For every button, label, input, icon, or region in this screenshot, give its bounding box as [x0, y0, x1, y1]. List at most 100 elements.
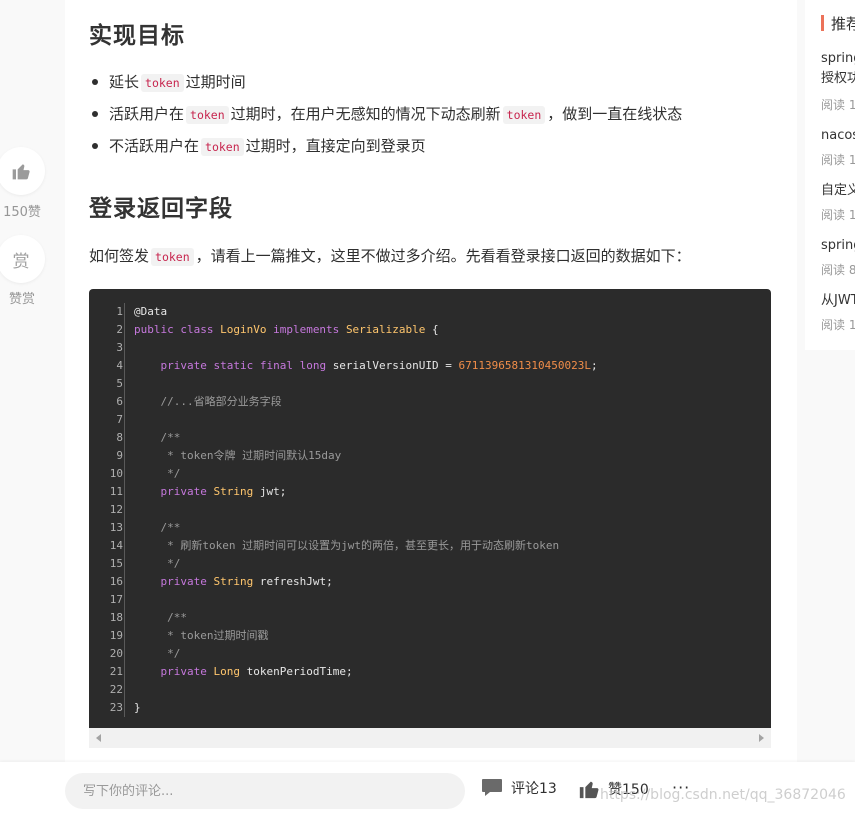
keyword-token: implements: [273, 323, 346, 336]
keyword-token: private: [160, 665, 214, 678]
reward-label: 赞赏: [8, 292, 35, 307]
comment-token: * token过期时间戳: [160, 629, 269, 642]
line-number: 10: [109, 467, 123, 480]
code-lines: @Data public class LoginVo implements Se…: [134, 303, 598, 717]
gutter-divider: [124, 303, 125, 717]
list-item: 活跃用户在 token 过期时，在用户无感知的情况下动态刷新 token ，做到一直在线…: [89, 98, 682, 130]
comment-token: /**: [160, 611, 187, 624]
comments-button[interactable]: 评论13: [481, 778, 557, 798]
line-number: 18: [109, 611, 123, 624]
code-line: public class LoginVo implements Serializ…: [134, 321, 598, 339]
code-line: @Data: [134, 303, 598, 321]
thumbs-up-icon: [12, 164, 30, 180]
scroll-right-arrow-icon[interactable]: [759, 734, 764, 742]
recommendation-meta: 阅读 1(: [821, 318, 855, 332]
code-line: private String refreshJwt;: [134, 573, 598, 591]
recommendation-link[interactable]: 自定义: [821, 182, 855, 200]
list-item: 不活跃用户在 token 过期时，直接定向到登录页: [89, 130, 682, 162]
line-number: 1: [116, 305, 123, 318]
code-line: /**: [134, 609, 598, 627]
recommendation-meta: 阅读 1(: [821, 208, 855, 222]
line-number: 22: [109, 683, 123, 696]
recommendation-link[interactable]: spring: [821, 237, 855, 255]
watermark-text: https://blog.csdn.net/qq_36872046: [600, 787, 846, 803]
class-name-token: Serializable: [345, 323, 426, 336]
comment-token: */: [160, 647, 181, 660]
comment-token: */: [160, 557, 181, 570]
line-number: 9: [116, 449, 123, 462]
identifier-token: tokenPeriodTime;: [246, 665, 353, 678]
code-line: * token过期时间戳: [134, 627, 598, 645]
inline-code: token: [502, 106, 546, 124]
annotation-token: @Data: [134, 305, 168, 318]
thumbs-up-icon: [579, 781, 599, 799]
recommendation-link[interactable]: spring: [821, 50, 855, 68]
line-number: 21: [109, 665, 123, 678]
code-line: */: [134, 645, 598, 663]
code-line: private static final long serialVersionU…: [134, 357, 598, 375]
line-number: 3: [116, 341, 123, 354]
identifier-token: serialVersionUID =: [332, 359, 459, 372]
recommendation-meta: 阅读 8: [821, 263, 855, 277]
identifier-token: refreshJwt;: [259, 575, 333, 588]
line-number: 19: [109, 629, 123, 642]
punctuation-token: {: [425, 323, 439, 336]
type-token: String: [213, 485, 260, 498]
horizontal-scrollbar[interactable]: [89, 728, 771, 748]
code-line: /**: [134, 519, 598, 537]
line-number: 12: [109, 503, 123, 516]
bottom-action-bar: 评论13 赞150 ··· https://blog.csdn.net/qq_3…: [0, 762, 855, 814]
list-item: 延长 token 过期时间: [89, 66, 682, 98]
class-name-token: LoginVo: [220, 323, 274, 336]
comments-count: 评论13: [511, 781, 557, 797]
line-number: 2: [116, 323, 123, 336]
recommendation-link[interactable]: nacos: [821, 127, 855, 145]
inline-code: token: [186, 106, 229, 124]
code-line: /**: [134, 429, 598, 447]
list-item-text: 过期时，直接定向到登录页: [245, 137, 426, 155]
recommendation-link[interactable]: 从JWT: [821, 292, 855, 310]
inline-code: token: [141, 74, 184, 92]
line-number: 23: [109, 701, 123, 714]
list-item-text: 延长: [109, 73, 140, 91]
comment-token: */: [160, 467, 181, 480]
paragraph-text: ，请看上一篇推文，这里不做过多介绍。先看看登录接口返回的数据如下：: [195, 247, 691, 265]
line-number: 8: [116, 431, 123, 444]
like-button[interactable]: [0, 147, 45, 195]
code-line: */: [134, 465, 598, 483]
keyword-token: private: [160, 575, 214, 588]
line-number: 11: [109, 485, 123, 498]
line-number-gutter: 1 2 3 4 5 6 7 8 9 10 11 12 13 14 15 16 1…: [89, 303, 123, 717]
list-item-text: 过期时，在用户无感知的情况下动态刷新: [230, 105, 501, 123]
line-number: 5: [116, 377, 123, 390]
reward-button[interactable]: 赏: [0, 235, 45, 283]
inline-code: token: [151, 248, 194, 266]
code-line: */: [134, 555, 598, 573]
keyword-token: private: [160, 485, 214, 498]
keyword-token: public class: [134, 323, 221, 336]
recommendation-link[interactable]: 授权功: [821, 70, 855, 88]
list-item-text: 过期时间: [185, 73, 246, 91]
recommendation-meta: 阅读 1!: [821, 153, 855, 167]
line-number: 6: [116, 395, 123, 408]
code-line: }: [134, 699, 598, 717]
line-number: 14: [109, 539, 123, 552]
list-item-text: 不活跃用户在: [109, 137, 200, 155]
keyword-token: private static final long: [160, 359, 333, 372]
type-token: String: [213, 575, 260, 588]
intro-paragraph: 如何签发 token ，请看上一篇推文，这里不做过多介绍。先看看登录接口返回的数据如…: [89, 244, 691, 269]
comment-bubble-icon: [482, 779, 502, 796]
comment-token: /**: [160, 521, 181, 534]
inline-code: token: [201, 138, 244, 156]
line-number: 4: [116, 359, 123, 372]
scroll-left-arrow-icon[interactable]: [96, 734, 101, 742]
comment-token: //...省略部分业务字段: [160, 395, 282, 408]
line-number: 7: [116, 413, 123, 426]
comment-input[interactable]: [65, 773, 465, 809]
code-line: private String jwt;: [134, 483, 598, 501]
paragraph-text: 如何签发: [89, 247, 150, 265]
